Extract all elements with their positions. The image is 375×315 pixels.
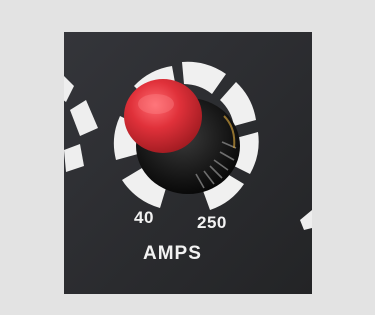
dial-max-label: 250	[197, 213, 227, 232]
knob-cap-highlight	[138, 94, 174, 114]
dial-unit-label: AMPS	[143, 243, 202, 264]
knob-cap	[124, 79, 202, 153]
amperage-dial-photo: 40 250 AMPS	[64, 32, 312, 294]
dial-min-label: 40	[134, 208, 154, 227]
